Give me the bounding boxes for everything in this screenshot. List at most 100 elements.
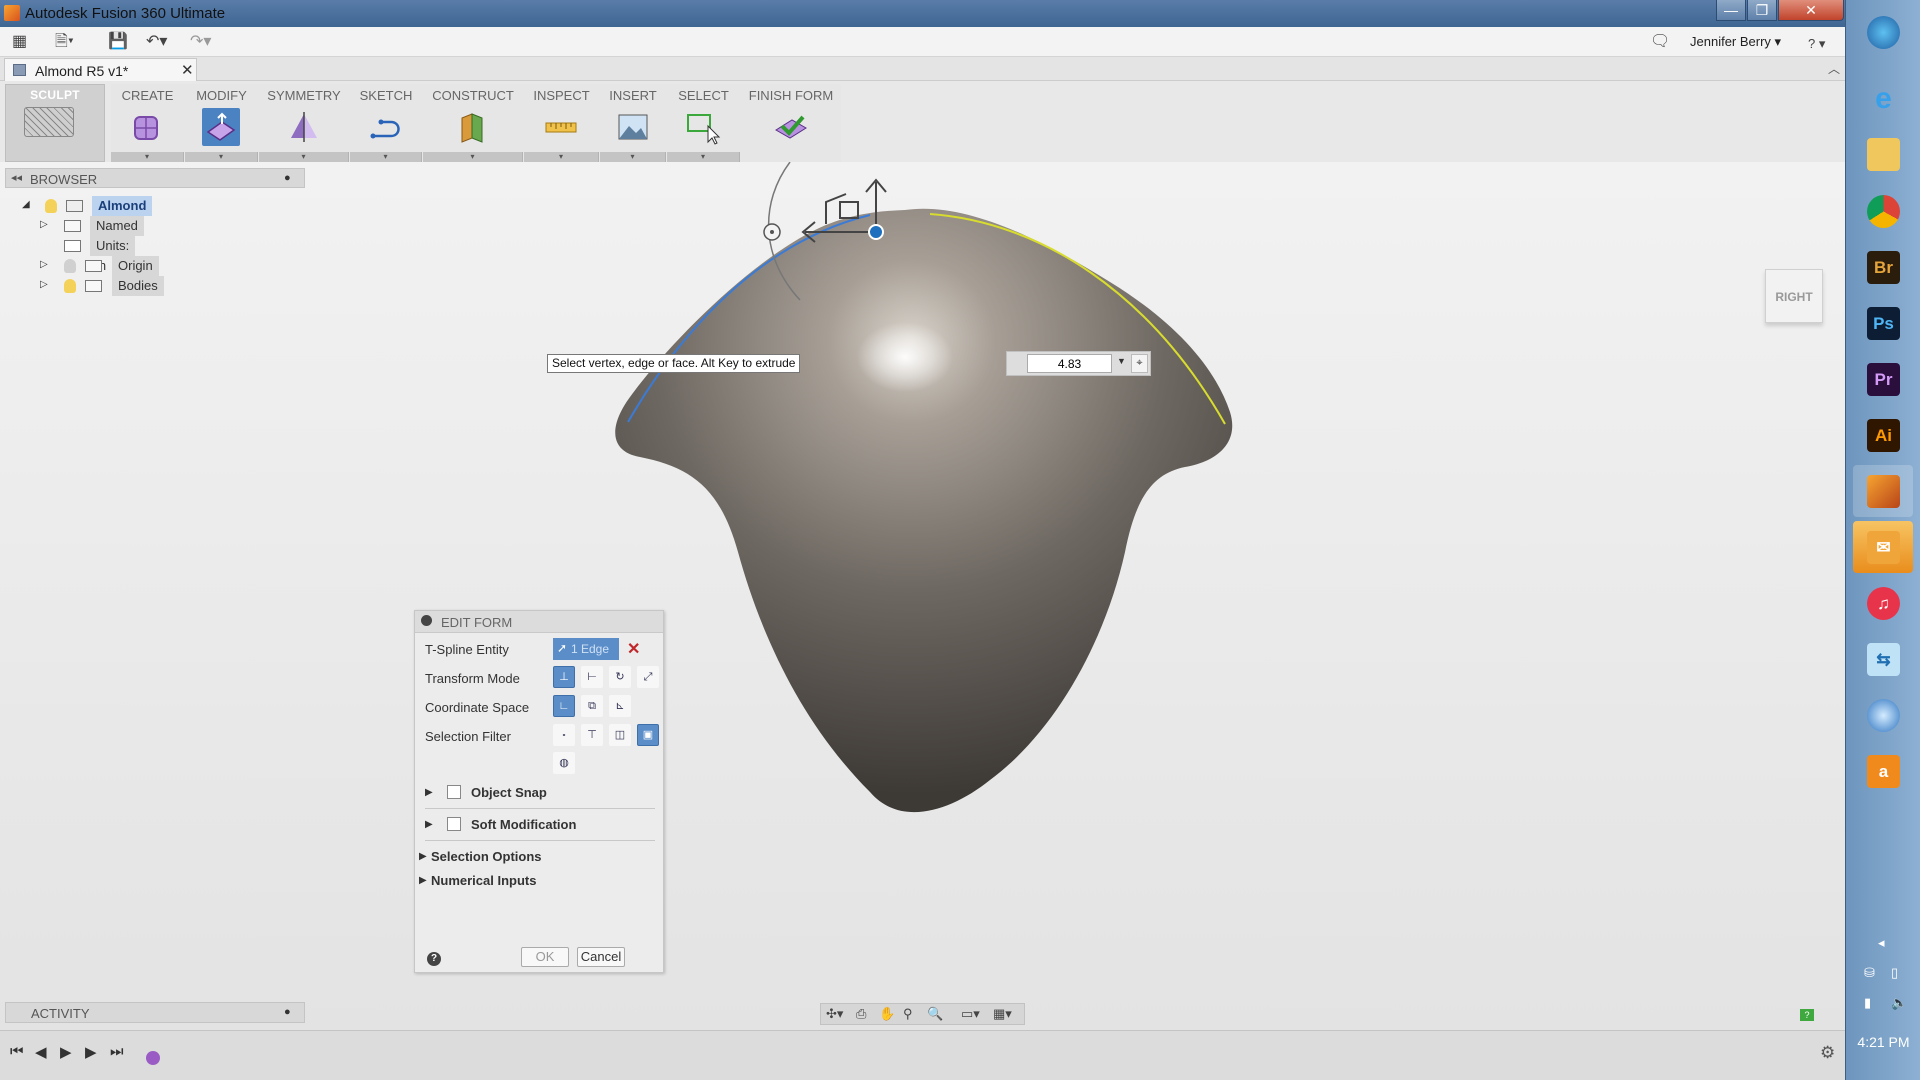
create-menu[interactable]: CREATE ▾ [111,84,184,162]
clear-selection-icon[interactable]: ✕ [627,639,640,659]
body-filter-icon[interactable]: ◍ [553,752,575,774]
expand-triangle-icon[interactable]: ◢ [22,199,30,210]
help-icon[interactable]: ? [427,952,441,966]
comments-icon[interactable]: 🗨 [1650,32,1670,52]
zoom-icon[interactable]: ⚲ [903,1006,913,1022]
world-space-icon[interactable]: ∟ [553,695,575,717]
taskbar-fusion[interactable] [1853,465,1913,517]
expand-triangle-icon[interactable]: ▶ [419,851,427,862]
collapse-chevron-icon[interactable]: ︿ [1828,60,1840,77]
taskbar-photoshop[interactable]: Ps [1853,297,1913,349]
distance-input[interactable] [1027,354,1112,373]
data-panel-grid-icon[interactable]: ▦ [12,32,27,52]
ok-button[interactable]: OK [521,947,569,967]
select-menu[interactable]: SELECT ▾ [667,84,740,162]
finish-form-button[interactable]: FINISH FORM [741,84,841,162]
go-to-end-icon[interactable]: ⏭ [110,1043,124,1060]
sketch-menu[interactable]: SKETCH ▾ [350,84,422,162]
timeline-marker[interactable] [146,1051,160,1065]
play-icon[interactable]: ▶ [60,1043,72,1061]
plane-move-handle[interactable] [839,201,859,219]
redo-icon[interactable]: ↷▾ [190,32,211,52]
soft-modification-section[interactable]: ▶ Soft Modification [425,813,655,837]
go-to-start-icon[interactable]: ⏮ [10,1043,24,1060]
symmetry-menu[interactable]: SYMMETRY ▾ [259,84,349,162]
taskbar-chrome[interactable] [1853,185,1913,237]
tray-network-icon[interactable]: ⛁ [1864,965,1875,981]
visibility-bulb-icon[interactable] [64,259,76,273]
tray-signal-icon[interactable]: ▮ [1864,995,1871,1011]
edge-filter-icon[interactable]: ⊤ [581,724,603,746]
tray-volume-icon[interactable]: 🔈 [1891,995,1907,1011]
taskbar-illustrator[interactable]: Ai [1853,409,1913,461]
pin-panel-icon[interactable]: ● [284,172,291,184]
taskbar-itunes[interactable]: ♫ [1853,577,1913,629]
tray-battery-icon[interactable]: ▯ [1891,965,1898,981]
fit-icon[interactable]: 🔍 [927,1006,943,1022]
taskbar-app[interactable] [1853,689,1913,741]
expand-triangle-icon[interactable]: ▷ [40,259,48,270]
cancel-button[interactable]: Cancel [577,947,625,967]
workspace-switcher[interactable]: SCULPT [5,84,105,162]
orbit-icon[interactable]: ✣▾ [826,1006,843,1022]
inspect-menu[interactable]: INSPECT ▾ [524,84,599,162]
undo-icon[interactable]: ↶▾ [146,32,167,52]
view-space-icon[interactable]: ⧉ [581,695,603,717]
grid-settings-icon[interactable]: ▦▾ [993,1006,1012,1022]
face-filter-icon[interactable]: ◫ [609,724,631,746]
dialog-header[interactable]: EDIT FORM [415,611,663,633]
look-at-icon[interactable]: ⎙ [856,1006,866,1022]
show-hidden-icons[interactable]: ◂ [1878,935,1885,951]
model-canvas[interactable] [0,162,1845,1030]
collapse-dialog-icon[interactable] [421,615,432,626]
pin-panel-icon[interactable]: ● [284,1006,291,1018]
taskbar-file-explorer[interactable] [1853,128,1913,180]
scale-icon[interactable]: ⤢ [637,666,659,688]
rotate-icon[interactable]: ↻ [609,666,631,688]
manipulator-origin[interactable] [868,224,884,240]
browser-header[interactable]: ◂◂ BROWSER ● [5,168,305,188]
view-cube[interactable]: RIGHT [1765,269,1823,323]
taskbar-bridge[interactable]: Br [1853,241,1913,293]
taskbar-outlook[interactable]: ✉ [1853,521,1913,573]
construct-menu[interactable]: CONSTRUCT ▾ [423,84,523,162]
document-tab[interactable]: Almond R5 v1* ✕ [4,58,197,81]
step-forward-icon[interactable]: ▶ [85,1043,97,1061]
collapse-browser-icon[interactable]: ◂◂ [11,171,22,184]
expand-triangle-icon[interactable]: ▷ [40,279,48,290]
status-icon[interactable]: ? [1800,1009,1814,1021]
soft-modification-checkbox[interactable] [447,817,461,831]
save-icon[interactable]: 💾 [108,32,128,52]
settings-gear-icon[interactable]: ⚙ [1820,1043,1835,1063]
step-back-icon[interactable]: ◀ [35,1043,47,1061]
user-menu[interactable]: Jennifer Berry ▾ [1690,34,1781,50]
object-snap-checkbox[interactable] [447,785,461,799]
file-menu-icon[interactable]: 🗎▾ [55,32,74,52]
display-settings-icon[interactable]: ▭▾ [961,1006,980,1022]
insert-menu[interactable]: INSERT ▾ [600,84,666,162]
object-snap-section[interactable]: ▶ Object Snap [425,781,655,805]
expand-triangle-icon[interactable]: ▶ [425,819,433,830]
taskbar-internet-explorer[interactable]: e [1853,72,1913,124]
pan-icon[interactable]: ✋ [879,1006,895,1022]
modify-menu[interactable]: MODIFY ▾ [185,84,258,162]
close-window-button[interactable]: ✕ [1778,0,1844,21]
selection-options-section[interactable]: ▶ Selection Options [419,845,649,869]
visibility-bulb-icon[interactable] [45,199,57,213]
maximize-button[interactable]: ❐ [1747,0,1777,21]
vertex-filter-icon[interactable]: ⬞ [553,724,575,746]
taskbar-network[interactable]: ⇆ [1853,633,1913,685]
canvas-viewport[interactable]: RIGHT [0,162,1845,1030]
activity-panel[interactable]: ACTIVITY ● [5,1002,305,1023]
help-menu[interactable]: ? ▾ [1808,34,1825,54]
numerical-inputs-section[interactable]: ▶ Numerical Inputs [419,869,649,893]
all-filter-icon[interactable]: ▣ [637,724,659,746]
almond-body[interactable] [615,208,1233,813]
visibility-bulb-icon[interactable] [64,279,76,293]
taskbar-amazon[interactable]: a [1853,745,1913,797]
close-tab-icon[interactable]: ✕ [181,61,194,79]
minimize-button[interactable]: — [1716,0,1746,21]
taskbar-premiere[interactable]: Pr [1853,353,1913,405]
expand-triangle-icon[interactable]: ▶ [425,787,433,798]
expand-triangle-icon[interactable]: ▷ [40,219,48,230]
